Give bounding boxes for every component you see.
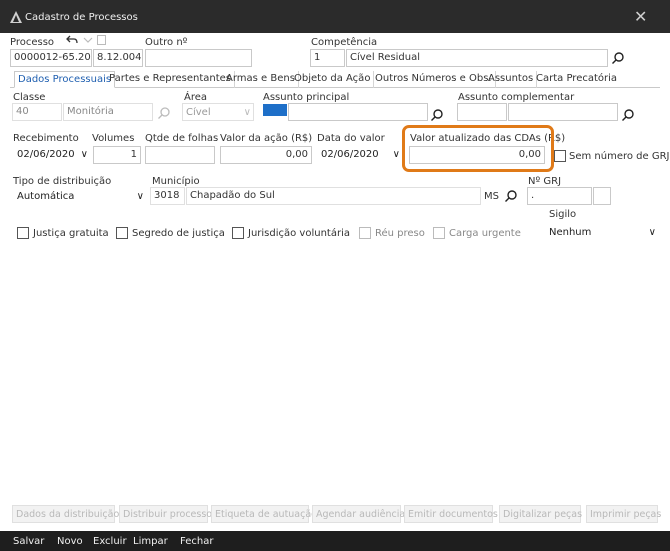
assunto-principal-input[interactable] <box>288 103 428 121</box>
novo-button[interactable]: Novo <box>57 536 83 547</box>
processo-label: Processo <box>10 37 55 48</box>
municipio-uf: MS <box>484 191 499 202</box>
salvar-button[interactable]: Salvar <box>13 536 44 547</box>
excluir-button[interactable]: Excluir <box>93 536 127 547</box>
tipo-distribuicao-value: Automática <box>17 191 75 202</box>
justica-gratuita-label: Justiça gratuita <box>33 228 109 239</box>
valor-acao-input[interactable]: 0,00 <box>220 146 312 164</box>
reu-preso-label: Réu preso <box>375 228 425 239</box>
tab-armas-bens[interactable]: Armas e Bens <box>223 71 299 88</box>
action-bar: Dados da distribuição Distribuir process… <box>10 505 661 523</box>
tab-objeto-acao[interactable]: Objeto da Ação <box>291 71 375 88</box>
valor-acao-label: Valor da ação (R$) <box>220 133 313 144</box>
area-label: Área <box>184 92 208 103</box>
tab-partes-representantes[interactable]: Partes e Representantes <box>106 71 236 88</box>
document-icon[interactable] <box>97 35 106 45</box>
competencia-label: Competência <box>311 37 378 48</box>
tab-carta-precatoria[interactable]: Carta Precatória <box>533 71 620 88</box>
data-valor-date-picker[interactable]: 02/06/2020 ∨ <box>318 146 402 164</box>
recebimento-chevron-icon: ∨ <box>80 149 88 160</box>
reu-preso-checkbox[interactable] <box>359 227 371 239</box>
classe-code-field[interactable]: 40 <box>12 103 62 121</box>
sigilo-select[interactable]: Nenhum ∨ <box>546 224 658 242</box>
tipo-distribuicao-label: Tipo de distribuição <box>13 176 112 187</box>
title-bar: Cadastro de Processos ✕ <box>0 0 670 33</box>
assunto-complementar-label: Assunto complementar <box>458 92 575 103</box>
back-arrow-icon[interactable] <box>66 35 78 45</box>
sem-grj-label: Sem número de GRJ <box>569 151 670 162</box>
sigilo-label: Sigilo <box>549 209 577 220</box>
bottom-toolbar: Salvar Novo Excluir Limpar Fechar <box>0 531 670 551</box>
qtde-folhas-input[interactable] <box>145 146 215 164</box>
sigilo-value: Nenhum <box>549 227 592 238</box>
jurisdicao-voluntaria-checkbox[interactable] <box>232 227 244 239</box>
data-valor-value: 02/06/2020 <box>321 149 379 160</box>
competencia-value-field[interactable]: Cível Residual <box>346 49 608 67</box>
jurisdicao-voluntaria-label: Jurisdição voluntária <box>248 228 350 239</box>
distribuir-processo-button[interactable]: Distribuir processo <box>119 505 212 523</box>
cadastro-window: Cadastro de Processos ✕ Processo Outro n… <box>0 0 670 551</box>
processo-number-field[interactable]: 0000012-65.2020 <box>10 49 92 67</box>
assunto-principal-search-icon[interactable] <box>430 108 444 122</box>
outro-numero-label: Outro nº <box>145 37 188 48</box>
segredo-justica-label: Segredo de justiça <box>132 228 225 239</box>
tipo-distribuicao-chevron-icon: ∨ <box>136 191 144 202</box>
carga-urgente-checkbox[interactable] <box>433 227 445 239</box>
area-value: Cível <box>186 107 211 118</box>
processo-suffix-field[interactable]: 8.12.0046 <box>93 49 143 67</box>
grj-input[interactable]: . <box>527 187 592 205</box>
grj-check-field[interactable] <box>593 187 611 205</box>
area-select[interactable]: Cível ∨ <box>182 103 254 121</box>
municipio-label: Município <box>152 176 200 187</box>
classe-label: Classe <box>13 92 46 103</box>
assunto-principal-label: Assunto principal <box>263 92 350 103</box>
digitalizar-pecas-button[interactable]: Digitalizar peças <box>499 505 582 523</box>
chevron-down-icon[interactable] <box>83 36 93 44</box>
tipo-distribuicao-select[interactable]: Automática ∨ <box>14 188 146 206</box>
recebimento-date-picker[interactable]: 02/06/2020 ∨ <box>14 146 90 164</box>
volumes-input[interactable]: 1 <box>93 146 141 164</box>
highlight-box <box>402 125 554 172</box>
area-chevron-icon: ∨ <box>243 107 251 118</box>
limpar-button[interactable]: Limpar <box>133 536 168 547</box>
tab-assuntos[interactable]: Assuntos <box>485 71 538 88</box>
recebimento-value: 02/06/2020 <box>17 149 75 160</box>
assunto-principal-code-field[interactable] <box>263 104 287 116</box>
etiqueta-autuacao-button[interactable]: Etiqueta de autuação <box>211 505 317 523</box>
sigilo-chevron-icon: ∨ <box>648 227 656 238</box>
fechar-button[interactable]: Fechar <box>180 536 213 547</box>
data-valor-label: Data do valor <box>317 133 385 144</box>
carga-urgente-label: Carga urgente <box>449 228 521 239</box>
municipio-value-field[interactable]: Chapadão do Sul <box>186 187 481 205</box>
recebimento-label: Recebimento <box>13 133 79 144</box>
window-title: Cadastro de Processos <box>25 12 138 23</box>
tab-strip: Dados Processuais Partes e Representante… <box>10 71 660 88</box>
imprimir-pecas-button[interactable]: Imprimir peças <box>586 505 661 523</box>
close-icon[interactable]: ✕ <box>634 7 647 26</box>
municipio-code-field[interactable]: 3018 <box>150 187 185 205</box>
tab-dados-processuais[interactable]: Dados Processuais <box>14 71 116 88</box>
competencia-code-field[interactable]: 1 <box>310 49 345 67</box>
grj-label: Nº GRJ <box>528 176 562 187</box>
search-icon[interactable] <box>611 51 625 65</box>
sem-grj-checkbox[interactable] <box>554 150 566 162</box>
outro-numero-input[interactable] <box>145 49 252 67</box>
agendar-audiencia-button[interactable]: Agendar audiência <box>312 505 405 523</box>
assunto-complementar-input[interactable] <box>508 103 618 121</box>
justica-gratuita-checkbox[interactable] <box>17 227 29 239</box>
data-valor-chevron-icon: ∨ <box>392 149 400 160</box>
assunto-complementar-code-field[interactable] <box>457 103 507 121</box>
qtde-folhas-label: Qtde de folhas <box>145 133 219 144</box>
tab-outros-numeros[interactable]: Outros Números e Obs. <box>372 71 496 88</box>
assunto-complementar-search-icon[interactable] <box>621 108 635 122</box>
segredo-justica-checkbox[interactable] <box>116 227 128 239</box>
municipio-search-icon[interactable] <box>504 189 518 203</box>
emitir-documentos-button[interactable]: Emitir documentos <box>404 505 498 523</box>
volumes-label: Volumes <box>92 133 135 144</box>
classe-value-field[interactable]: Monitória <box>63 103 153 121</box>
classe-search-icon[interactable] <box>157 106 171 120</box>
dados-distribuicao-button[interactable]: Dados da distribuição <box>12 505 119 523</box>
app-logo-icon <box>10 11 22 23</box>
